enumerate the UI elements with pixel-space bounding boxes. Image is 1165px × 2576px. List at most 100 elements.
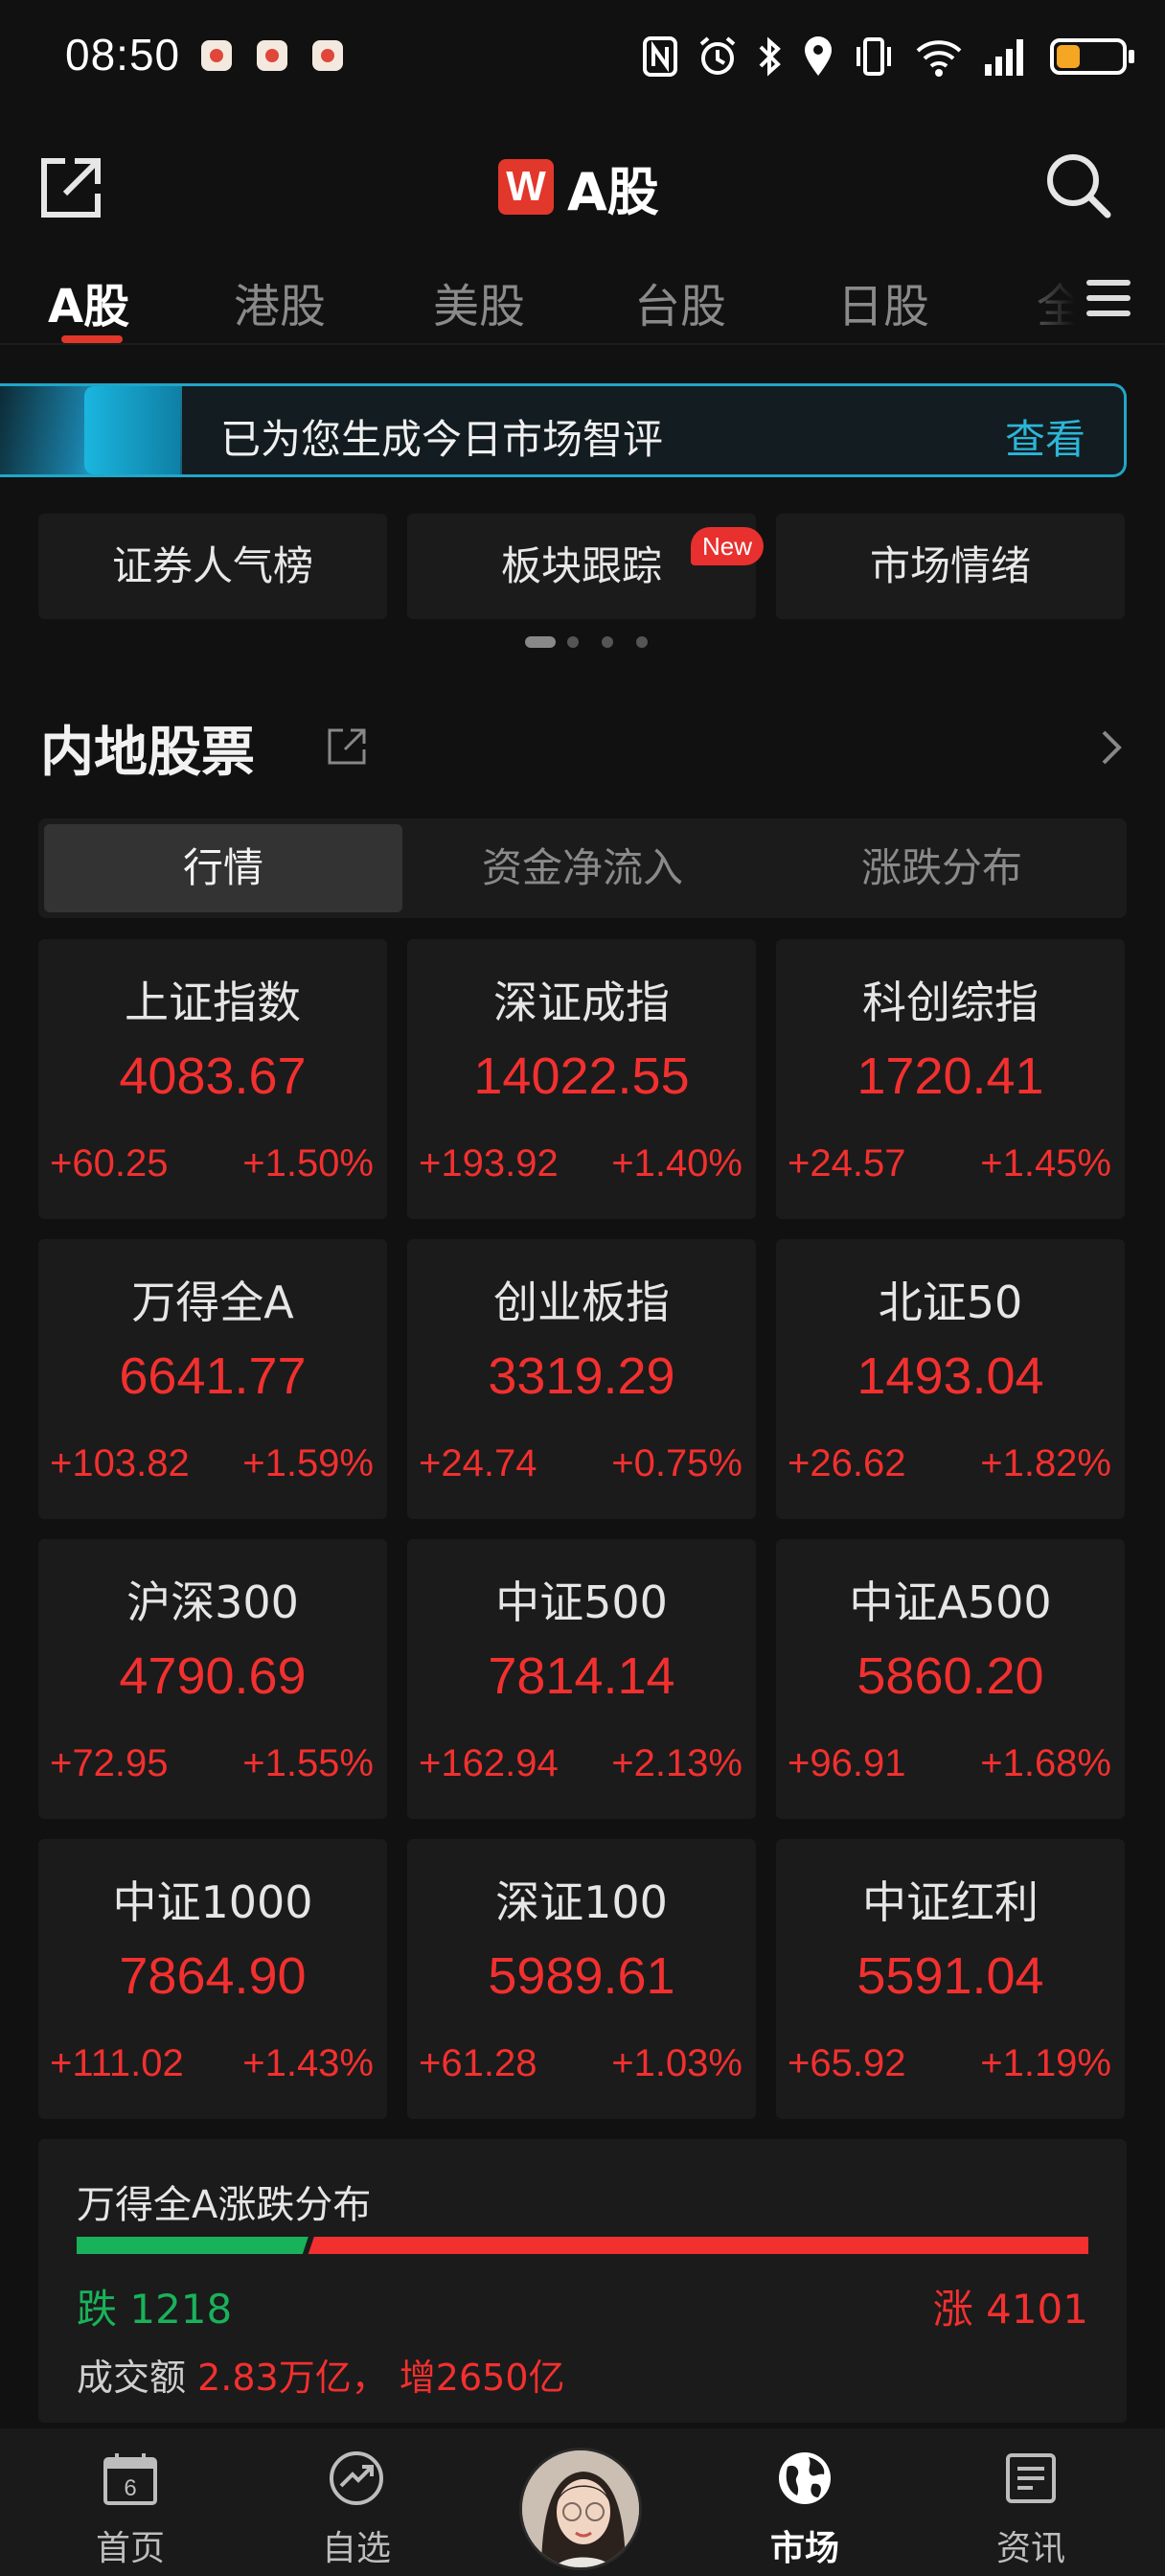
index-card[interactable]: 创业板指 3319.29 +24.74 +0.75%	[407, 1239, 756, 1519]
menu-icon[interactable]	[1086, 278, 1131, 322]
ai-glow-icon	[0, 386, 182, 474]
index-value: 4790.69	[119, 1647, 307, 1705]
segment-quotes[interactable]: 行情	[44, 824, 402, 912]
nav-label: 市场	[769, 2529, 839, 2568]
index-change: +24.57	[788, 1142, 906, 1184]
nav-home[interactable]: 6 首页	[34, 2428, 226, 2576]
index-card[interactable]: 深证成指 14022.55 +193.92 +1.40%	[407, 939, 756, 1219]
index-value: 5989.61	[488, 1947, 675, 2005]
quick-link-popularity[interactable]: 证券人气榜	[38, 514, 387, 619]
notification-icon	[257, 40, 287, 71]
index-change: +96.91	[788, 1742, 906, 1784]
avatar-portrait	[522, 2450, 639, 2567]
index-percent: +1.19%	[980, 2042, 1111, 2084]
rise-fall-distribution[interactable]: 万得全A涨跌分布 跌 1218 涨 4101 成交额 2.83万亿， 增2650…	[38, 2139, 1127, 2423]
segment-net-inflow[interactable]: 资金净流入	[403, 824, 762, 912]
active-tab-indicator	[61, 335, 123, 343]
index-percent: +1.82%	[980, 1442, 1111, 1484]
ai-commentary-banner[interactable]: 已为您生成今日市场智评 查看	[0, 383, 1127, 477]
index-name: 科创综指	[862, 977, 1039, 1028]
index-name: 万得全A	[131, 1276, 294, 1328]
wind-logo-icon: W	[498, 159, 554, 215]
wifi-icon	[916, 40, 962, 77]
index-percent: +0.75%	[611, 1442, 742, 1484]
turnover-value: 2.83万亿， 增2650亿	[197, 2357, 565, 2399]
index-card[interactable]: 科创综指 1720.41 +24.57 +1.45%	[776, 939, 1125, 1219]
nfc-icon	[643, 36, 677, 77]
index-name: 深证100	[495, 1876, 668, 1928]
index-change: +72.95	[50, 1742, 169, 1784]
nav-news[interactable]: 资讯	[935, 2428, 1127, 2576]
index-card[interactable]: 上证指数 4083.67 +60.25 +1.50%	[38, 939, 387, 1219]
index-value: 1720.41	[857, 1047, 1044, 1105]
fall-count: 跌 1218	[77, 2286, 233, 2333]
index-change: +193.92	[419, 1142, 559, 1184]
distribution-title: 万得全A涨跌分布	[77, 2183, 372, 2227]
pager-dot	[636, 636, 648, 648]
segment-distribution[interactable]: 涨跌分布	[763, 824, 1121, 912]
quick-link-label: 板块跟踪	[500, 542, 662, 589]
index-percent: +1.43%	[242, 2042, 374, 2084]
index-name: 创业板指	[493, 1276, 670, 1328]
bluetooth-icon	[759, 36, 781, 77]
tab-jp-shares[interactable]: 日股	[837, 268, 929, 335]
tab-a-shares[interactable]: A股	[48, 268, 129, 335]
assistant-avatar[interactable]	[519, 2448, 642, 2570]
pager-dot	[567, 636, 579, 648]
ai-banner-text: 已为您生成今日市场智评	[220, 416, 664, 463]
turnover: 成交额 2.83万亿， 增2650亿	[77, 2348, 565, 2401]
signal-icon	[985, 39, 1023, 76]
fall-segment	[77, 2237, 308, 2254]
index-card[interactable]: 中证500 7814.14 +162.94 +2.13%	[407, 1539, 756, 1819]
index-card[interactable]: 中证A500 5860.20 +96.91 +1.68%	[776, 1539, 1125, 1819]
index-value: 7864.90	[119, 1947, 307, 2005]
tab-tw-shares[interactable]: 台股	[634, 268, 726, 335]
status-time: 08:50	[65, 30, 181, 80]
index-value: 5591.04	[857, 1947, 1044, 2005]
view-link[interactable]: 查看	[1005, 407, 1085, 466]
svg-text:6: 6	[124, 2475, 136, 2501]
top-bar: W A股	[0, 125, 1165, 249]
index-name: 中证A500	[849, 1576, 1052, 1628]
nav-label: 自选	[321, 2529, 391, 2568]
app-title-group: W A股	[498, 153, 659, 222]
index-value: 3319.29	[488, 1347, 675, 1405]
index-value: 4083.67	[119, 1047, 307, 1105]
chevron-right-icon[interactable]	[1092, 726, 1131, 769]
quick-link-label: 证券人气榜	[111, 542, 313, 589]
pager-dot	[602, 636, 613, 648]
tab-fade	[1006, 259, 1092, 335]
index-card[interactable]: 深证100 5989.61 +61.28 +1.03%	[407, 1839, 756, 2119]
index-name: 沪深300	[126, 1576, 299, 1628]
tab-us-shares[interactable]: 美股	[433, 268, 525, 335]
turnover-label: 成交额	[77, 2357, 187, 2399]
status-icons	[642, 33, 1134, 80]
quick-link-sector-tracking[interactable]: 板块跟踪 New	[407, 514, 765, 619]
index-name: 深证成指	[493, 977, 670, 1028]
index-change: +26.62	[788, 1442, 906, 1484]
index-percent: +1.59%	[242, 1442, 374, 1484]
index-change: +61.28	[419, 2042, 537, 2084]
quick-link-sentiment[interactable]: 市场情绪	[776, 514, 1125, 619]
nav-watchlist[interactable]: 自选	[261, 2428, 452, 2576]
share-icon[interactable]	[36, 153, 105, 222]
quick-link-label: 市场情绪	[869, 542, 1031, 589]
nav-market[interactable]: 市场	[709, 2428, 901, 2576]
index-name: 中证红利	[862, 1876, 1039, 1928]
index-value: 14022.55	[473, 1047, 690, 1105]
nav-label: 首页	[95, 2529, 165, 2568]
index-percent: +1.45%	[980, 1142, 1111, 1184]
index-card[interactable]: 北证50 1493.04 +26.62 +1.82%	[776, 1239, 1125, 1519]
index-card[interactable]: 中证1000 7864.90 +111.02 +1.43%	[38, 1839, 387, 2119]
section-share-icon[interactable]	[326, 724, 368, 767]
index-name: 北证50	[878, 1276, 1023, 1328]
index-card[interactable]: 中证红利 5591.04 +65.92 +1.19%	[776, 1839, 1125, 2119]
tab-hk-shares[interactable]: 港股	[234, 268, 326, 335]
index-card[interactable]: 沪深300 4790.69 +72.95 +1.55%	[38, 1539, 387, 1819]
status-bar: 08:50	[0, 0, 1165, 115]
search-icon[interactable]	[1040, 148, 1115, 222]
market-tabs: A股 港股 美股 台股 日股 全	[0, 259, 1165, 345]
rise-segment	[308, 2237, 1088, 2254]
alarm-icon	[699, 36, 736, 75]
index-card[interactable]: 万得全A 6641.77 +103.82 +1.59%	[38, 1239, 387, 1519]
